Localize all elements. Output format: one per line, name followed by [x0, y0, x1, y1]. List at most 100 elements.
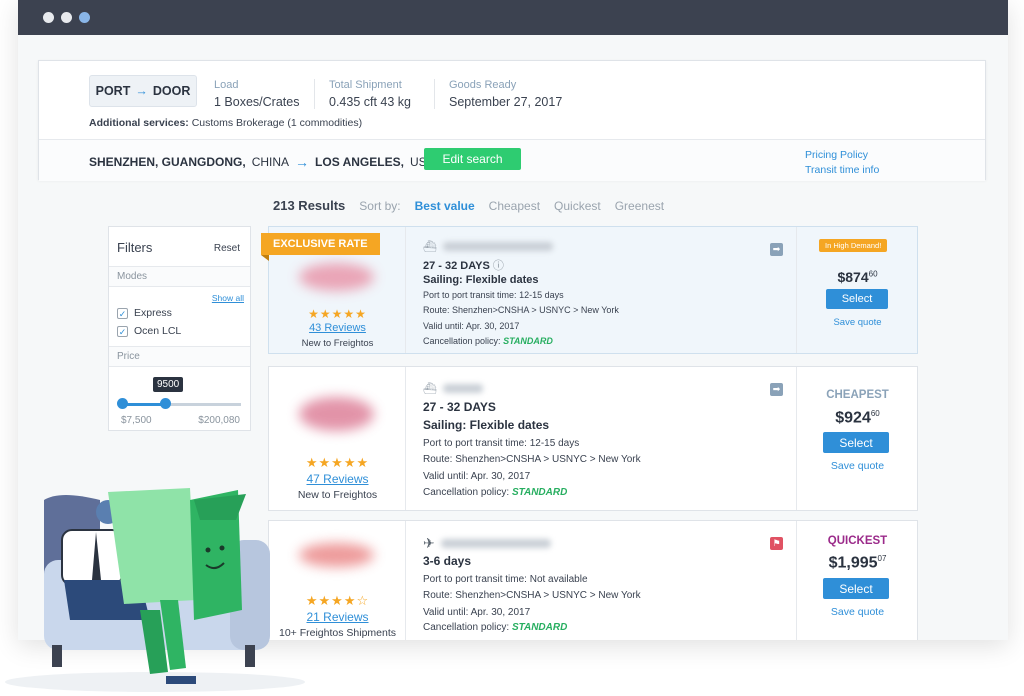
transit-label: Port to port transit time: [423, 438, 527, 449]
mode-option-lcl[interactable]: ✓ Ocen LCL [117, 325, 181, 337]
route-value: Shenzhen>CNSHA > USNYC > New York [455, 590, 641, 601]
results-header: 213 Results Sort by: Best value Cheapest… [273, 198, 664, 213]
additional-value: Customs Brokerage (1 commodities) [191, 117, 363, 129]
cheapest-tag: CHEAPEST [826, 389, 889, 401]
arrow-right-icon: → [135, 84, 148, 98]
save-quote-link[interactable]: Save quote [797, 317, 918, 328]
pricing-policy-link[interactable]: Pricing Policy [805, 148, 879, 163]
price-main: $874 [837, 269, 869, 285]
additional-label: Additional services: [89, 117, 189, 129]
result-card[interactable]: EXCLUSIVE RATE ★★★★★ 43 Reviews New to F… [261, 226, 918, 354]
cancellation-policy: Cancellation policy: STANDARD [423, 622, 567, 633]
reviews-link[interactable]: 21 Reviews [269, 610, 406, 624]
port-transit-time: Port to port transit time: 12-15 days [423, 438, 579, 449]
cancel-value: STANDARD [511, 487, 568, 498]
select-button[interactable]: Select [823, 578, 889, 599]
arrow-right-icon: → [295, 154, 310, 170]
result-card[interactable]: ★★★★★ 47 Reviews New to Freightos ⛴ 27 -… [268, 366, 918, 511]
floor-shadow [5, 672, 305, 692]
price-main: $1,995 [828, 554, 878, 572]
carrier-column: ★★★★☆ 21 Reviews 10+ Freightos Shipments [269, 521, 406, 640]
origin-city: SHENZHEN, GUANGDONG, [89, 155, 246, 169]
transit-info-link[interactable]: Transit time info [805, 163, 879, 178]
mode-option-label: Express [134, 307, 172, 319]
price-slider-min-handle[interactable] [117, 398, 128, 409]
price-column: QUICKEST $1,99507 Select Save quote [796, 521, 917, 640]
price-cents: 60 [868, 269, 878, 279]
edit-search-button[interactable]: Edit search [424, 148, 521, 170]
sort-cheapest[interactable]: Cheapest [489, 199, 540, 213]
price-cents: 60 [870, 409, 880, 418]
valid-until: Valid until: Apr. 30, 2017 [423, 321, 519, 331]
route-bar: SHENZHEN, GUANGDONG, CHINA → LOS ANGELES… [39, 139, 985, 181]
sofa-leg [52, 645, 62, 667]
price-slider-track[interactable] [121, 403, 241, 406]
info-icon[interactable]: ⓘ [493, 260, 504, 272]
reviews-link[interactable]: 43 Reviews [269, 322, 406, 334]
transit-value: Not available [529, 574, 588, 585]
transit-days: 27 - 32 DAYS ⓘ [423, 257, 504, 273]
window-dot-close[interactable] [43, 12, 54, 23]
mode-option-express[interactable]: ✓ Express [117, 307, 172, 319]
app-window: PORT → DOOR Load 1 Boxes/Crates Total Sh… [18, 0, 1008, 640]
save-quote-link[interactable]: Save quote [797, 460, 918, 472]
price-max-label: $200,080 [198, 415, 240, 426]
window-dot-minimize[interactable] [61, 12, 72, 23]
show-all-link[interactable]: Show all [212, 293, 244, 303]
sofa-leg [245, 645, 255, 667]
route: SHENZHEN, GUANGDONG, CHINA → LOS ANGELES… [89, 154, 435, 170]
valid-value: Apr. 30, 2017 [470, 607, 531, 618]
filters-reset[interactable]: Reset [214, 243, 240, 254]
mode-to: DOOR [152, 84, 191, 98]
carrier-name-blurred [442, 242, 553, 251]
plane-icon: ✈ [423, 535, 435, 551]
mode-pill: PORT → DOOR [89, 75, 197, 107]
origin-country: CHINA [251, 155, 290, 169]
checkbox-checked-icon[interactable]: ✓ [117, 325, 128, 337]
carrier-name: ✈ [423, 535, 551, 552]
valid-until: Valid until: Apr. 30, 2017 [423, 471, 530, 482]
route-detail: Route: Shenzhen>CNSHA > USNYC > New York [423, 305, 619, 315]
transit-days-text: 27 - 32 DAYS [423, 260, 490, 272]
sailing-dates: Sailing: Flexible dates [423, 274, 539, 286]
carrier-name: ⛴ [423, 240, 553, 253]
price-min-label: $7,500 [121, 415, 152, 426]
result-card[interactable]: ★★★★☆ 21 Reviews 10+ Freightos Shipments… [268, 520, 918, 640]
select-button[interactable]: Select [826, 289, 888, 309]
route-detail: Route: Shenzhen>CNSHA > USNYC > New York [423, 590, 641, 601]
checkbox-checked-icon[interactable]: ✓ [117, 307, 128, 319]
price-section: 9500 $7,500 $200,080 [109, 367, 250, 437]
search-summary: PORT → DOOR Load 1 Boxes/Crates Total Sh… [38, 60, 986, 181]
rating-stars: ★★★★★ [305, 455, 370, 470]
dest-city: LOS ANGELES, [315, 155, 404, 169]
carrier-column: ★★★★★ 47 Reviews New to Freightos [269, 367, 406, 510]
modes-section: Show all ✓ Express ✓ Ocen LCL [109, 287, 250, 347]
select-button[interactable]: Select [823, 432, 889, 453]
goods-ready-info: Goods Ready September 27, 2017 [434, 79, 562, 109]
sort-greenest[interactable]: Greenest [615, 199, 664, 213]
price-section-label: Price [109, 347, 250, 367]
price-slider-max-handle[interactable] [160, 398, 172, 409]
transit-days: 27 - 32 DAYS [423, 400, 496, 414]
window-dot-zoom[interactable] [79, 12, 90, 23]
sort-best-value[interactable]: Best value [415, 199, 475, 213]
additional-services: Additional services: Customs Brokerage (… [89, 117, 362, 129]
ship-icon: ⛴ [423, 241, 437, 253]
filters-panel: Filters Reset Modes Show all ✓ Express ✓… [108, 226, 251, 431]
price-main: $924 [835, 409, 871, 427]
valid-value: Apr. 30, 2017 [470, 471, 531, 482]
sort-quickest[interactable]: Quickest [554, 199, 601, 213]
ready-label: Goods Ready [449, 79, 517, 91]
sort-label: Sort by: [359, 198, 401, 213]
reviews-link[interactable]: 47 Reviews [269, 472, 406, 486]
save-quote-link[interactable]: Save quote [797, 606, 918, 618]
sailing-dates: Sailing: Flexible dates [423, 418, 550, 432]
carrier-logo [299, 263, 374, 291]
valid-label: Valid until: [423, 321, 464, 331]
cancellation-policy: Cancellation policy: STANDARD [423, 336, 553, 346]
high-demand-badge: In High Demand! [819, 239, 888, 252]
route-label: Route: [423, 454, 453, 465]
port-transit-time: Port to port transit time: Not available [423, 574, 588, 585]
valid-until: Valid until: Apr. 30, 2017 [423, 607, 530, 618]
route-value: Shenzhen>CNSHA > USNYC > New York [455, 454, 641, 465]
